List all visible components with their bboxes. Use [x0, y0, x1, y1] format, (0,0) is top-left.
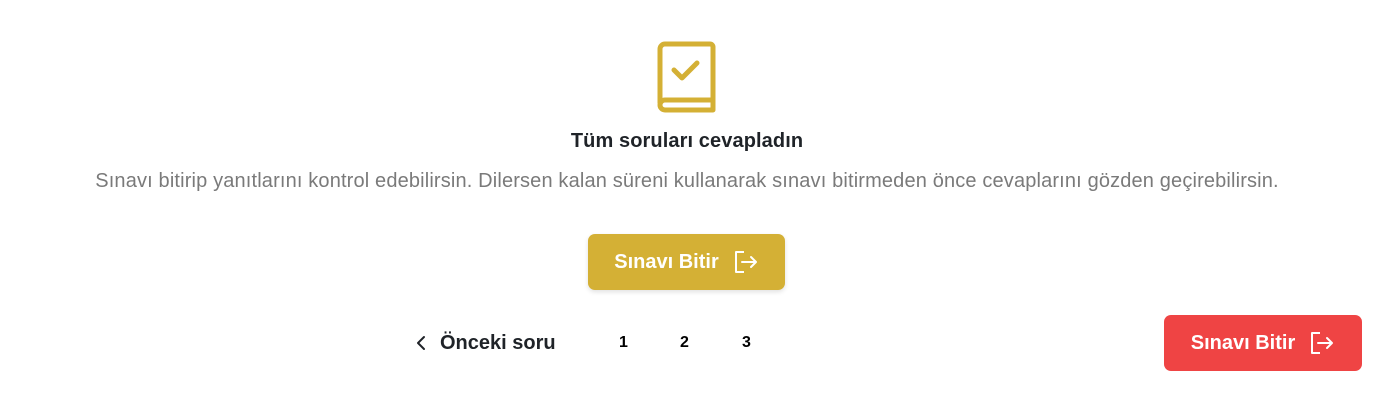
finish-exam-button-label: Sınavı Bitir: [614, 250, 719, 273]
previous-question-button[interactable]: Önceki soru: [414, 332, 556, 355]
finish-exam-button[interactable]: Sınavı Bitir: [588, 234, 785, 290]
question-pagination: Önceki soru: [414, 327, 556, 359]
exit-icon: [1311, 332, 1334, 354]
page-number-1[interactable]: 1: [619, 327, 628, 359]
book-check-icon: [657, 41, 716, 113]
completion-description: Sınavı bitirip yanıtlarını kontrol edebi…: [95, 170, 1279, 192]
previous-question-label: Önceki soru: [440, 331, 556, 354]
completion-title: Tüm soruları cevapladın: [570, 130, 804, 152]
finish-exam-footer-button[interactable]: Sınavı Bitir: [1164, 315, 1362, 371]
finish-exam-footer-label: Sınavı Bitir: [1190, 331, 1296, 354]
exit-icon: [734, 251, 757, 273]
page-number-2[interactable]: 2: [680, 327, 689, 359]
page-number-3[interactable]: 3: [742, 327, 751, 359]
chevron-left-icon: [417, 336, 425, 350]
exam-complete-panel: Tüm soruları cevapladın Sınavı bitirip y…: [0, 0, 1384, 409]
